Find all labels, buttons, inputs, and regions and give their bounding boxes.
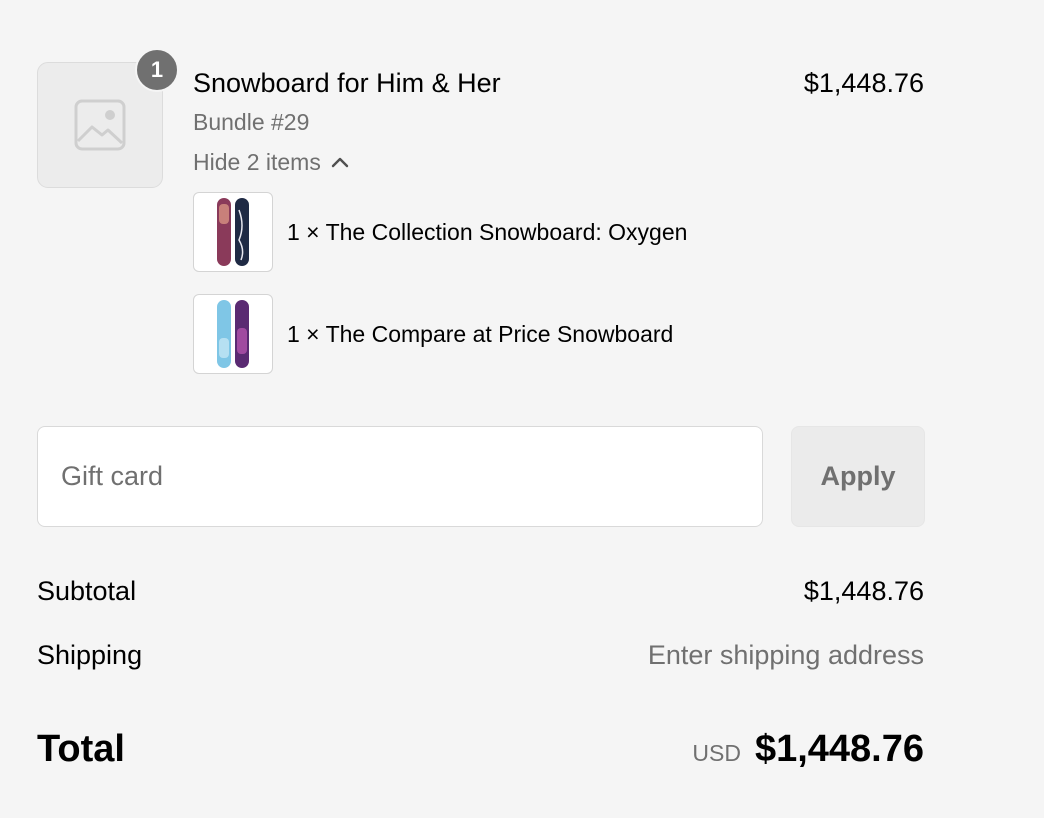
- shipping-label: Shipping: [37, 640, 143, 670]
- bundle-item-label: 1 × The Collection Snowboard: Oxygen: [287, 219, 688, 245]
- apply-button[interactable]: Apply: [791, 426, 925, 527]
- order-summary: 1 Snowboard for Him & Her $1,448.76 Bund…: [0, 0, 1044, 818]
- bundle-item-thumbnail: [193, 294, 273, 374]
- product-price: $1,448.76: [803, 68, 924, 98]
- total-value-group: USD $1,448.76: [692, 726, 924, 772]
- quantity-badge: 1: [135, 48, 179, 92]
- product-variant: Bundle #29: [193, 109, 310, 135]
- total-amount: $1,448.76: [754, 728, 924, 770]
- total-label: Total: [37, 728, 125, 770]
- hide-items-toggle[interactable]: Hide 2 items: [193, 148, 349, 176]
- image-placeholder-icon: [74, 99, 126, 151]
- snowboard-image: [217, 300, 249, 368]
- currency-code: USD: [692, 740, 741, 766]
- bundle-item: 1 × The Collection Snowboard: Oxygen: [193, 192, 687, 272]
- gift-card-input[interactable]: [37, 426, 763, 527]
- product-title: Snowboard for Him & Her: [193, 68, 501, 98]
- hide-items-label: Hide 2 items: [193, 149, 321, 175]
- snowboard-image: [217, 198, 249, 266]
- subtotal-label: Subtotal: [37, 576, 137, 606]
- bundle-item-thumbnail: [193, 192, 273, 272]
- bundle-item-label: 1 × The Compare at Price Snowboard: [287, 321, 674, 347]
- subtotal-value: $1,448.76: [803, 576, 924, 606]
- chevron-up-icon: [331, 157, 349, 168]
- shipping-value: Enter shipping address: [647, 640, 924, 670]
- bundle-item: 1 × The Compare at Price Snowboard: [193, 294, 673, 374]
